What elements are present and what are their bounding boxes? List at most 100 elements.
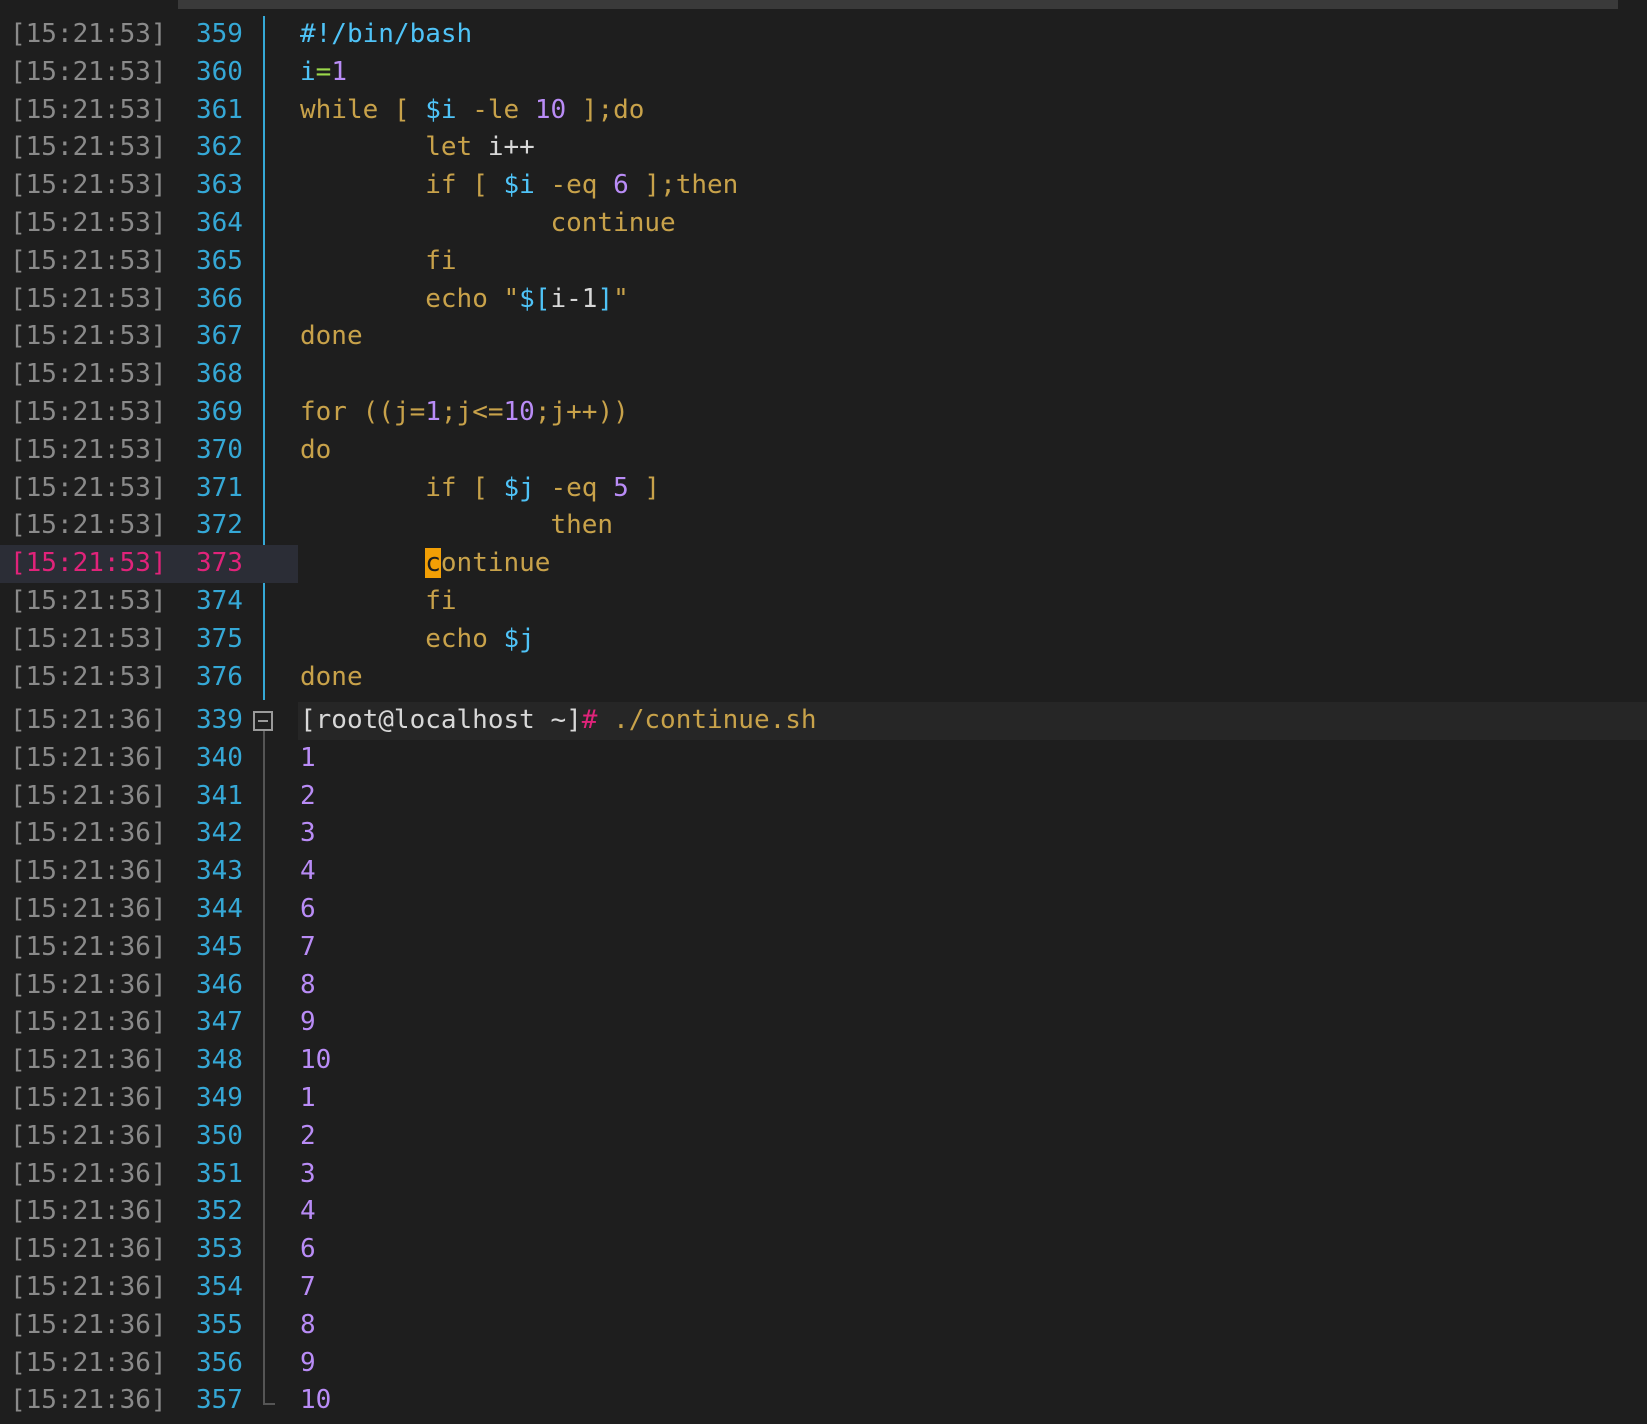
prompt-hash: # <box>581 705 598 735</box>
timestamp: [15:21:53] <box>10 132 167 163</box>
line-number: 350 <box>196 1120 243 1151</box>
code-text: done <box>300 659 363 697</box>
code-line[interactable]: [15:21:53] 366 echo "$[i-1]" <box>0 281 1647 319</box>
timestamp: [15:21:53] <box>10 585 167 616</box>
token: 1 <box>331 56 347 87</box>
code-line[interactable]: [15:21:53] 372 then <box>0 507 1647 545</box>
code-line[interactable]: [15:21:53] 367 done <box>0 318 1647 356</box>
code-line[interactable]: [15:21:53] 360 i=1 <box>0 54 1647 92</box>
output-text: 1 <box>300 742 316 773</box>
code-line[interactable]: [15:21:53] 359 #!/bin/bash <box>0 16 1647 54</box>
timestamp: [15:21:36] <box>10 705 167 735</box>
timestamp: [15:21:53] <box>10 207 167 238</box>
timestamp: [15:21:36] <box>10 1045 167 1076</box>
token: done <box>300 661 363 692</box>
line-number: 347 <box>196 1007 243 1038</box>
line-number: 371 <box>196 472 243 503</box>
line-number: 367 <box>196 321 243 352</box>
output-text: 7 <box>300 931 316 962</box>
line-number: 351 <box>196 1158 243 1189</box>
prompt-command: ./continue.sh <box>597 705 817 735</box>
line-number: 352 <box>196 1196 243 1227</box>
code-editor[interactable]: [15:21:53] 359 #!/bin/bash [15:21:53] 36… <box>0 16 1647 696</box>
code-line[interactable]: [15:21:53] 375 echo $j <box>0 621 1647 659</box>
current-code-line[interactable]: [15:21:53] 373 continue <box>0 545 1647 583</box>
token: while [ <box>300 94 426 125</box>
timestamp: [15:21:36] <box>10 1007 167 1038</box>
line-number: 368 <box>196 359 243 390</box>
timestamp: [15:21:36] <box>10 856 167 887</box>
code-text: done <box>300 318 363 356</box>
code-line[interactable]: [15:21:53] 369 for ((j=1;j<=10;j++)) <box>0 394 1647 432</box>
line-number: 349 <box>196 1082 243 1113</box>
code-text: #!/bin/bash <box>300 16 472 54</box>
timestamp: [15:21:36] <box>10 818 167 849</box>
token: ;j++)) <box>534 396 629 427</box>
token: continue <box>550 207 676 238</box>
line-number: 374 <box>196 585 243 616</box>
output-line: [15:21:36] 347 9 <box>0 1004 1647 1042</box>
output-line: [15:21:36] 348 10 <box>0 1042 1647 1080</box>
line-number: 346 <box>196 969 243 1000</box>
token: -eq <box>534 170 614 201</box>
code-line[interactable]: [15:21:53] 362 let i++ <box>0 129 1647 167</box>
code-text: continue <box>300 205 676 243</box>
code-text: do <box>300 432 331 470</box>
code-text: echo $j <box>300 621 535 659</box>
prompt-text: [root@localhost ~]# ./continue.sh <box>300 702 817 740</box>
timestamp: [15:21:36] <box>10 780 167 811</box>
token: fi <box>425 245 457 276</box>
line-number: 363 <box>196 170 243 201</box>
code-line[interactable]: [15:21:53] 376 done <box>0 659 1647 697</box>
output-line: [15:21:36] 349 1 <box>0 1080 1647 1118</box>
shebang: #!/bin/bash <box>300 19 473 49</box>
line-number: 344 <box>196 893 243 924</box>
top-scrollbar[interactable] <box>178 0 1618 9</box>
code-line[interactable]: [15:21:53] 363 if [ $i -eq 6 ];then <box>0 167 1647 205</box>
token: ];then <box>628 170 739 201</box>
output-line: [15:21:36] 342 3 <box>0 815 1647 853</box>
timestamp: [15:21:36] <box>10 1309 167 1340</box>
line-number: 362 <box>196 132 243 163</box>
output-line: [15:21:36] 343 4 <box>0 853 1647 891</box>
timestamp: [15:21:53] <box>10 359 167 390</box>
code-line[interactable]: [15:21:53] 371 if [ $j -eq 5 ] <box>0 470 1647 508</box>
output-text: 8 <box>300 969 316 1000</box>
terminal-output[interactable]: [15:21:36] 339 [root@localhost ~]# ./con… <box>0 702 1647 1420</box>
timestamp: [15:21:36] <box>10 1385 167 1416</box>
token: $j <box>503 623 535 654</box>
token: " <box>613 283 629 314</box>
timestamp: [15:21:53] <box>10 434 167 465</box>
prompt-line[interactable]: [15:21:36] 339 [root@localhost ~]# ./con… <box>0 702 1647 740</box>
output-text: 6 <box>300 893 316 924</box>
collapse-icon[interactable] <box>253 711 273 731</box>
timestamp: [15:21:53] <box>10 19 167 49</box>
token: for (( <box>300 396 394 427</box>
code-text: fi <box>300 583 456 621</box>
timestamp: [15:21:36] <box>10 1234 167 1265</box>
timestamp: [15:21:36] <box>10 893 167 924</box>
output-line: [15:21:36] 341 2 <box>0 778 1647 816</box>
code-text: continue <box>300 545 550 583</box>
timestamp: [15:21:36] <box>10 1120 167 1151</box>
line-number: 340 <box>196 742 243 773</box>
line-number: 375 <box>196 623 243 654</box>
output-line: [15:21:36] 351 3 <box>0 1156 1647 1194</box>
token: $[ <box>519 283 551 314</box>
output-line: [15:21:36] 356 9 <box>0 1345 1647 1383</box>
timestamp: [15:21:53] <box>10 623 167 654</box>
output-text: 10 <box>300 1045 332 1076</box>
code-line[interactable]: [15:21:53] 374 fi <box>0 583 1647 621</box>
code-line[interactable]: [15:21:53] 364 continue <box>0 205 1647 243</box>
line-number: 369 <box>196 396 243 427</box>
code-line[interactable]: [15:21:53] 361 while [ $i -le 10 ];do <box>0 92 1647 130</box>
code-text: echo "$[i-1]" <box>300 281 629 319</box>
timestamp: [15:21:36] <box>10 1158 167 1189</box>
timestamp: [15:21:53] <box>10 94 167 125</box>
token: $i <box>425 94 457 125</box>
prompt-user: [root@localhost ~] <box>300 705 582 735</box>
code-line[interactable]: [15:21:53] 368 <box>0 356 1647 394</box>
code-line[interactable]: [15:21:53] 370 do <box>0 432 1647 470</box>
output-text: 9 <box>300 1007 316 1038</box>
code-line[interactable]: [15:21:53] 365 fi <box>0 243 1647 281</box>
